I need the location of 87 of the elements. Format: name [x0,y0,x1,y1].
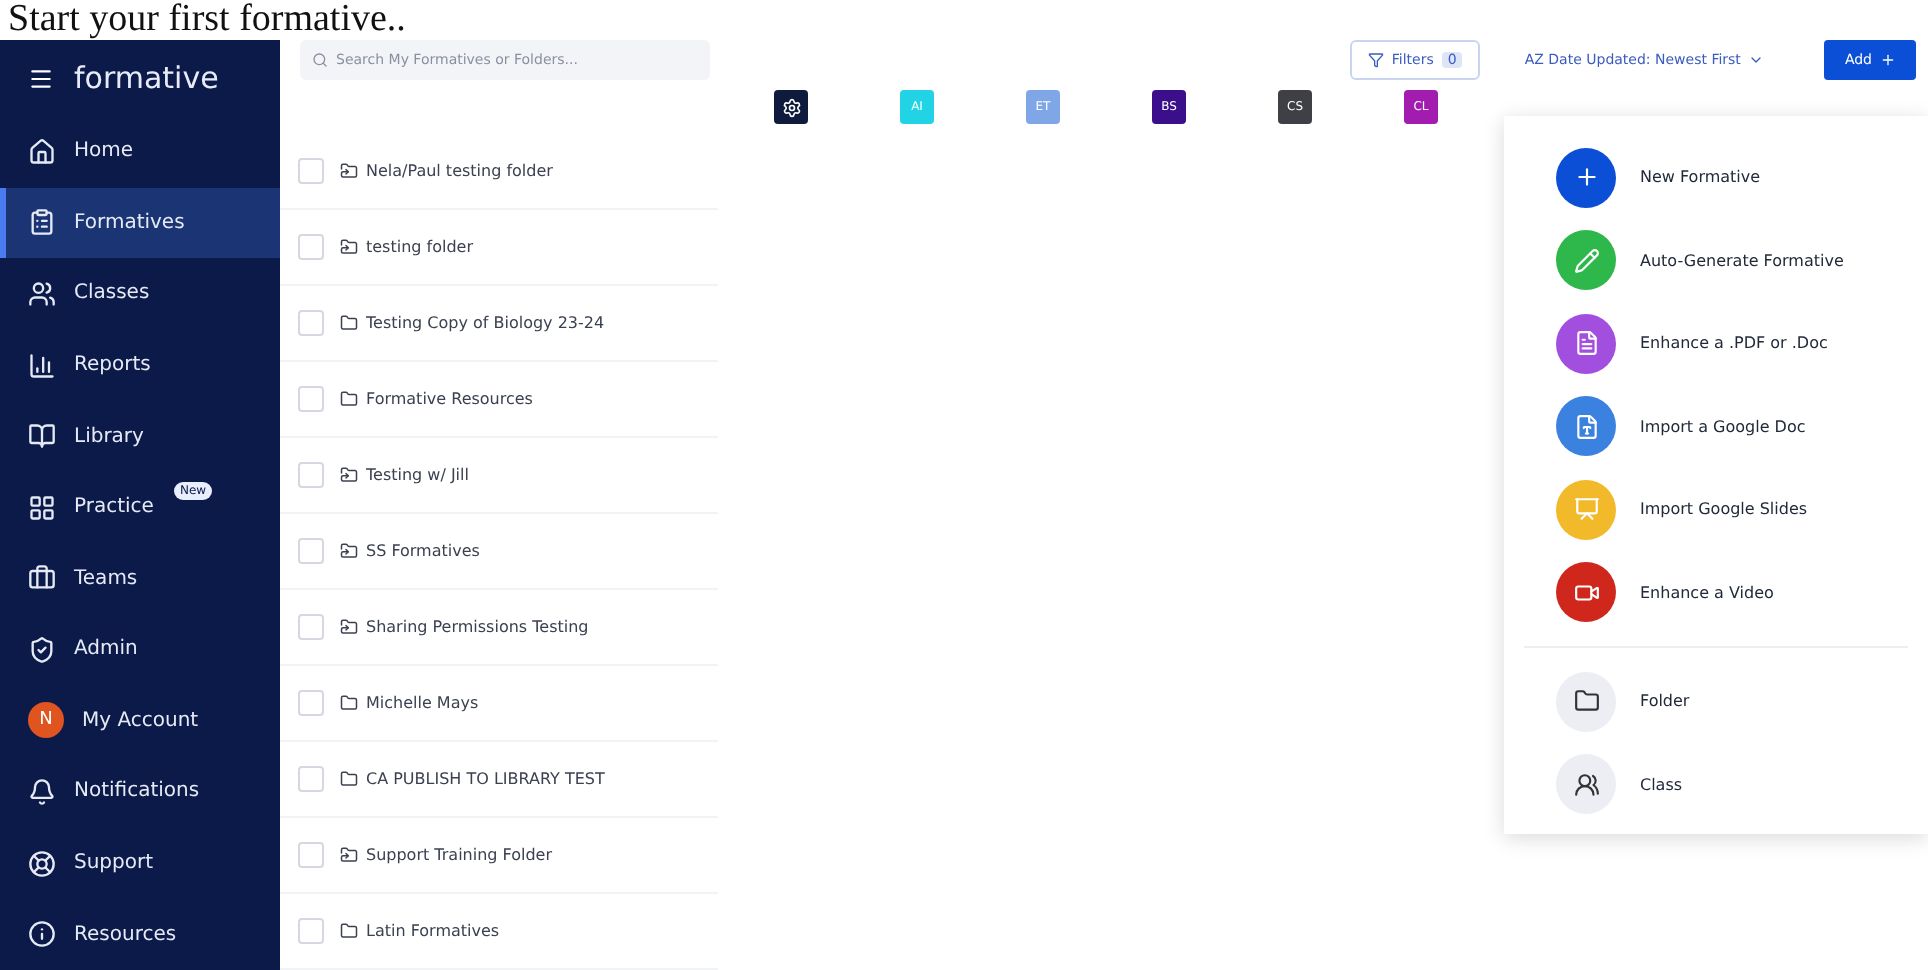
sidebar-item[interactable]: Library [0,400,280,472]
folder-icon [340,770,358,788]
sidebar-label: Classes [74,282,150,305]
info-icon [28,920,56,949]
menu-item[interactable]: Folder [1504,660,1928,743]
row-checkbox[interactable] [298,842,324,868]
caret-icon [1748,52,1765,68]
sidebar-item[interactable]: N My Account [0,685,280,757]
home-icon [28,137,56,166]
folder-icon [1556,671,1616,732]
folder-icon [340,314,358,332]
row-checkbox[interactable] [298,918,324,944]
sidebar-item[interactable]: Resources [0,898,280,970]
search-icon [312,52,328,68]
shared-folder-icon [340,618,358,636]
lifebuoy-icon [28,849,56,878]
sidebar-item[interactable]: Admin [0,614,280,686]
bar-chart-icon [28,351,56,380]
grid-icon [28,493,56,522]
shared-folder-icon [340,846,358,864]
sidebar-label: Reports [74,354,151,377]
sidebar-label: Resources [74,923,177,946]
row-checkbox[interactable] [298,462,324,488]
menu-item[interactable]: Import Google Slides [1504,468,1928,551]
menu-icon[interactable] [28,65,54,91]
row-checkbox[interactable] [298,690,324,716]
sidebar-label: Library [74,425,144,448]
row-checkbox[interactable] [298,158,324,184]
folder-name[interactable]: Sharing Permissions Testing [340,618,589,636]
folder-name[interactable]: testing folder [340,238,473,256]
filter-icon [1367,52,1384,68]
class-icon[interactable] [774,90,808,124]
sidebar-label: Notifications [74,780,200,803]
row-checkbox[interactable] [298,538,324,564]
plus-icon [1880,52,1896,68]
sidebar-label: Support [74,852,154,875]
folder-icon [340,694,358,712]
menu-item[interactable]: Auto-Generate Formative [1504,219,1928,302]
sidebar-item[interactable]: Home [0,116,280,188]
shared-folder-icon [340,466,358,484]
menu-item[interactable]: New Formative [1504,136,1928,219]
menu-item[interactable]: Enhance a Video [1504,551,1928,634]
caption-text: Start your first formative.. [6,0,408,40]
row-checkbox[interactable] [298,766,324,792]
sidebar-item[interactable]: Notifications [0,756,280,828]
folder-name[interactable]: Support Training Folder [340,846,552,864]
folder-name[interactable]: Latin Formatives [340,922,500,940]
people-icon [28,279,56,308]
avatar[interactable]: N [28,702,64,739]
folder-name[interactable]: Testing w/ Jill [340,466,469,484]
menu-item[interactable]: Import a Google Doc [1504,385,1928,468]
sidebar-label: Formatives [74,211,185,234]
briefcase-icon [28,564,56,593]
sidebar-item[interactable]: Reports [0,329,280,401]
shared-folder-icon [340,238,358,256]
book-icon [28,422,56,451]
people-icon [1556,754,1616,815]
folder-name[interactable]: Testing Copy of Biology 23-24 [340,314,605,332]
row-checkbox[interactable] [298,234,324,260]
folder-name[interactable]: Nela/Paul testing folder [340,162,553,180]
menu-item[interactable]: Class [1504,743,1928,826]
clipboard-icon [28,208,56,237]
folder-name[interactable]: SS Formatives [340,542,480,560]
shield-icon [28,635,56,664]
sidebar-label: Admin [74,638,138,661]
sidebar-item[interactable]: Teams [0,542,280,615]
sidebar-label: Home [74,140,134,163]
sidebar-label: Teams [74,567,138,590]
row-checkbox[interactable] [298,310,324,336]
shared-folder-icon [340,162,358,180]
row-checkbox[interactable] [298,614,324,640]
folder-icon [340,390,358,408]
logo-text: formative [74,60,219,96]
folder-name[interactable]: Michelle Mays [340,694,479,712]
folder-name[interactable]: Formative Resources [340,390,533,408]
menu-item[interactable]: Enhance a .PDF or .Doc [1504,302,1928,385]
bell-icon [28,777,56,806]
sidebar-label: My Account [82,709,199,732]
sidebar-item[interactable]: Formatives [0,187,280,259]
sidebar-item[interactable]: Support [0,827,280,899]
folder-name[interactable]: CA PUBLISH TO LIBRARY TEST [340,770,605,788]
gear-icon [781,97,801,117]
sidebar-label: Practice [74,496,154,519]
shared-folder-icon [340,542,358,560]
row-checkbox[interactable] [298,386,324,412]
sidebar-item[interactable]: Classes [0,258,280,330]
folder-icon [340,922,358,940]
